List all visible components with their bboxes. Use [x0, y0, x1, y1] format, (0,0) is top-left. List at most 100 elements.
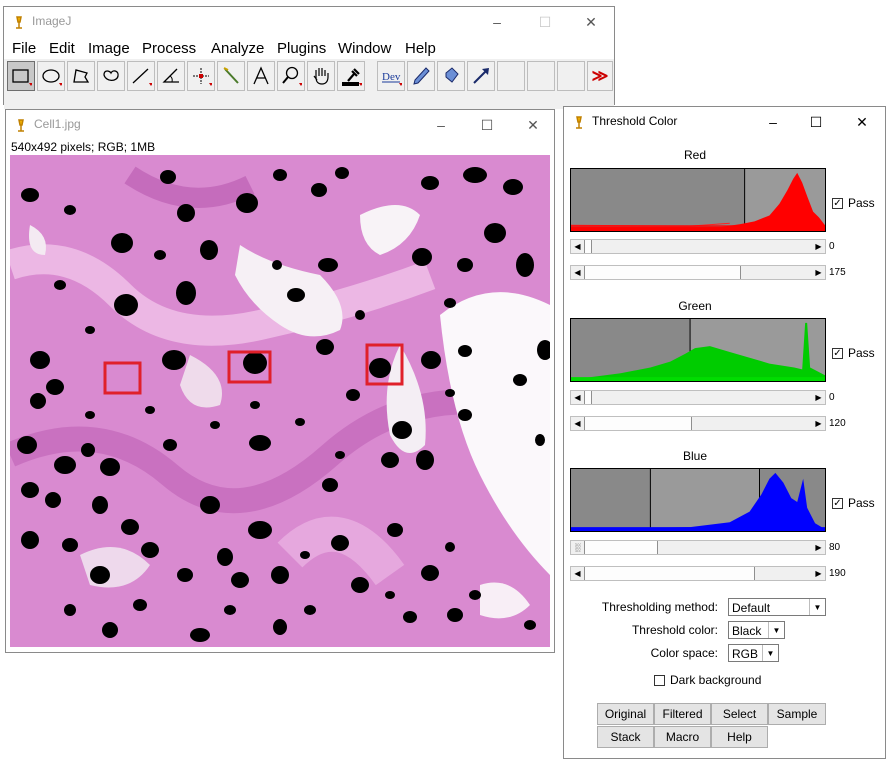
red-channel-label: Red [683, 148, 706, 162]
flood-fill-tool-button[interactable] [437, 61, 465, 91]
menu-image[interactable]: Image [88, 40, 130, 57]
minimize-button[interactable]: – [750, 107, 796, 137]
text-tool-button[interactable] [247, 61, 275, 91]
angle-icon [162, 68, 179, 83]
menu-edit[interactable]: Edit [49, 40, 75, 57]
arrow-icon [473, 68, 489, 84]
threshold-color-select[interactable]: Black ▼ [728, 621, 785, 639]
menu-file[interactable]: File [12, 40, 36, 57]
slider-thumb[interactable] [584, 391, 592, 404]
arrow-tool-button[interactable] [467, 61, 495, 91]
image-canvas[interactable] [10, 155, 550, 647]
red-high-slider[interactable]: ◀ ▶ [570, 265, 826, 280]
scroll-left-icon[interactable]: ◀ [571, 567, 584, 580]
scroll-right-icon[interactable]: ▶ [812, 417, 825, 430]
red-low-value: 0 [829, 241, 835, 252]
oval-tool-button[interactable] [37, 61, 65, 91]
slider-thumb[interactable] [584, 266, 741, 279]
blue-low-slider[interactable]: ░ ▶ [570, 540, 826, 555]
blue-pass[interactable]: ✓ Pass [832, 496, 875, 510]
pencil-icon [413, 67, 430, 85]
image-window: Cell1.jpg – ☐ ✕ 540x492 pixels; RGB; 1MB [5, 109, 555, 653]
point-tool-button[interactable] [187, 61, 215, 91]
help-button[interactable]: Help [711, 726, 768, 748]
chevron-down-icon: ▼ [768, 622, 784, 638]
scroll-right-icon[interactable]: ▶ [812, 266, 825, 279]
filtered-button[interactable]: Filtered [654, 703, 711, 725]
imagej-main-window: ImageJ – ☐ ✕ File Edit Image Process Ana… [3, 6, 615, 109]
polygon-tool-button[interactable] [67, 61, 95, 91]
slider-thumb[interactable] [584, 541, 658, 554]
scroll-right-icon[interactable]: ▶ [812, 391, 825, 404]
rectangle-tool-button[interactable] [7, 61, 35, 91]
select-button[interactable]: Select [711, 703, 768, 725]
green-histogram [570, 318, 826, 382]
red-pass-checkbox[interactable]: ✓ [832, 197, 843, 209]
threshold-window-title: Threshold Color [592, 114, 678, 128]
angle-tool-button[interactable] [157, 61, 185, 91]
chevron-down-icon: ▼ [762, 645, 778, 661]
menu-bar: File Edit Image Process Analyze Plugins … [4, 37, 614, 59]
scroll-left-icon[interactable]: ◀ [571, 266, 584, 279]
maximize-button[interactable]: ☐ [793, 107, 839, 137]
menu-analyze[interactable]: Analyze [211, 40, 264, 57]
sample-button[interactable]: Sample [768, 703, 826, 725]
menu-plugins[interactable]: Plugins [277, 40, 326, 57]
scroll-left-icon[interactable]: ◀ [571, 417, 584, 430]
color-space-select[interactable]: RGB ▼ [728, 644, 779, 662]
image-info: 540x492 pixels; RGB; 1MB [11, 140, 156, 154]
scroll-right-icon[interactable]: ▶ [812, 240, 825, 253]
slider-thumb[interactable] [584, 240, 592, 253]
stack-button[interactable]: Stack [597, 726, 654, 748]
pencil-tool-button[interactable] [407, 61, 435, 91]
imagej-logo-icon [18, 119, 24, 132]
slider-thumb[interactable] [584, 417, 692, 430]
red-low-slider[interactable]: ◀ ▶ [570, 239, 826, 254]
close-button[interactable]: ✕ [568, 7, 614, 37]
freehand-tool-button[interactable] [97, 61, 125, 91]
line-icon [132, 68, 152, 86]
minimize-button[interactable]: – [474, 7, 520, 37]
magnifier-tool-button[interactable] [277, 61, 305, 91]
blue-high-slider[interactable]: ◀ ▶ [570, 566, 826, 581]
green-low-slider[interactable]: ◀ ▶ [570, 390, 826, 405]
green-pass[interactable]: ✓ Pass [832, 346, 875, 360]
color-picker-tool-button[interactable] [337, 61, 365, 91]
empty-slot-2 [527, 61, 555, 91]
dark-background-checkbox[interactable] [654, 674, 665, 686]
hand-tool-button[interactable] [307, 61, 335, 91]
blue-channel-label: Blue [682, 449, 708, 463]
main-titlebar[interactable]: ImageJ – ☐ ✕ [4, 7, 614, 37]
menu-window[interactable]: Window [338, 40, 391, 57]
scroll-left-icon[interactable]: ░ [571, 541, 584, 554]
rectangle-icon [12, 69, 32, 86]
close-button[interactable]: ✕ [839, 107, 885, 137]
minimize-button[interactable]: – [418, 110, 464, 140]
thresholding-method-select[interactable]: Default ▼ [728, 598, 826, 616]
image-titlebar[interactable]: Cell1.jpg – ☐ ✕ [6, 110, 554, 140]
close-button[interactable]: ✕ [510, 110, 556, 140]
slider-thumb[interactable] [584, 567, 755, 580]
wand-tool-button[interactable] [217, 61, 245, 91]
dev-menu-button[interactable]: Dev [377, 61, 405, 91]
line-tool-button[interactable] [127, 61, 155, 91]
macro-button[interactable]: Macro [654, 726, 711, 748]
menu-process[interactable]: Process [142, 40, 196, 57]
threshold-titlebar[interactable]: Threshold Color – ☐ ✕ [564, 107, 885, 137]
red-pass[interactable]: ✓ Pass [832, 196, 875, 210]
scroll-right-icon[interactable]: ▶ [812, 567, 825, 580]
scroll-left-icon[interactable]: ◀ [571, 391, 584, 404]
chevron-down-icon: ▼ [809, 599, 825, 615]
green-pass-checkbox[interactable]: ✓ [832, 347, 843, 359]
status-bar [4, 95, 614, 109]
green-high-slider[interactable]: ◀ ▶ [570, 416, 826, 431]
original-button[interactable]: Original [597, 703, 654, 725]
menu-help[interactable]: Help [405, 40, 436, 57]
scroll-left-icon[interactable]: ◀ [571, 240, 584, 253]
maximize-button[interactable]: ☐ [464, 110, 510, 140]
scroll-right-icon[interactable]: ▶ [812, 541, 825, 554]
more-tools-button[interactable]: ≫ [587, 61, 613, 91]
green-low-value: 0 [829, 392, 835, 403]
blue-pass-checkbox[interactable]: ✓ [832, 497, 843, 509]
dark-background-option[interactable]: Dark background [654, 673, 761, 687]
